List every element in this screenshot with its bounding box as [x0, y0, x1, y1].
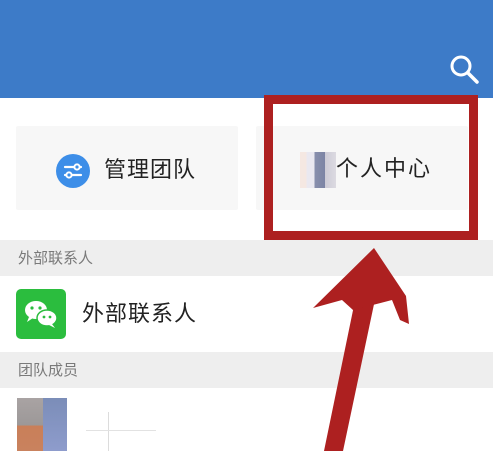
sliders-icon — [56, 154, 90, 188]
highlight-box — [264, 95, 478, 240]
external-contact-row[interactable] — [0, 276, 493, 352]
wechat-icon — [16, 289, 66, 339]
manage-team-label: 管理团队 — [104, 158, 197, 183]
external-contacts-header: 外部联系人 — [0, 240, 493, 276]
member-avatar-strip — [43, 398, 67, 451]
team-members-header: 团队成员 — [0, 352, 493, 388]
top-app-bar — [0, 0, 493, 98]
external-contact-label: 外部联系人 — [82, 302, 198, 327]
divider — [108, 412, 109, 451]
search-icon — [450, 55, 479, 84]
member-avatar — [17, 398, 67, 451]
team-members-header-label: 团队成员 — [18, 361, 79, 379]
team-member-row[interactable] — [0, 388, 493, 451]
external-contacts-header-label: 外部联系人 — [18, 249, 94, 267]
search-button[interactable] — [447, 52, 481, 86]
divider — [86, 430, 156, 431]
